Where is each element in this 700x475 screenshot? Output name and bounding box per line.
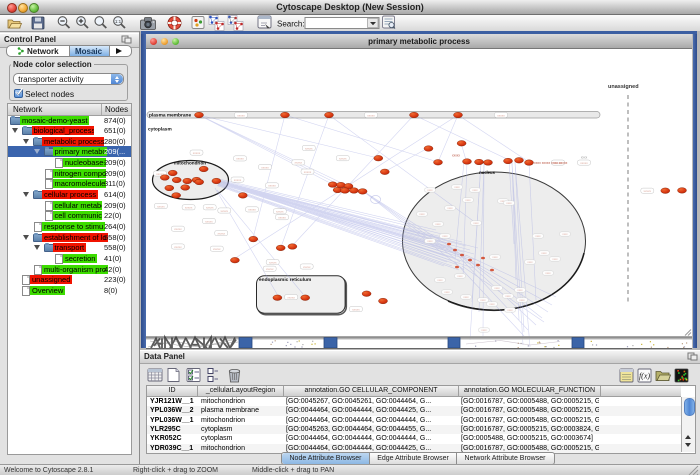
svg-text:xxxx: xxxx [437, 279, 443, 282]
svg-text:xxxx: xxxx [541, 252, 547, 255]
svg-text:xxxxx: xxxxx [261, 165, 269, 169]
svg-text:xxxx: xxxx [494, 287, 500, 290]
svg-text:xxxxx: xxxxx [206, 206, 214, 210]
svg-text:xxxx: xxxx [447, 207, 453, 210]
svg-text:xxxxx: xxxxx [305, 146, 313, 150]
svg-text:xxxxx: xxxxx [452, 154, 460, 158]
svg-text:xxxx: xxxx [552, 258, 558, 261]
svg-text:xxxx: xxxx [481, 329, 487, 332]
svg-text:xxxxx: xxxxx [497, 113, 505, 117]
svg-text:cytoplasm: cytoplasm [148, 127, 172, 133]
svg-text:xxxxx: xxxxx [185, 206, 193, 210]
svg-text:xxxxx: xxxxx [205, 219, 213, 223]
svg-text:1:1: 1:1 [115, 19, 122, 24]
svg-text:mitochondrion: mitochondrion [174, 161, 206, 166]
svg-text:xxxx: xxxx [473, 222, 479, 225]
svg-text:xxxx: xxxx [505, 295, 511, 298]
svg-text:xxxxx: xxxxx [268, 184, 276, 188]
svg-text:xxxx: xxxx [492, 256, 498, 259]
svg-text:xxxx: xxxx [517, 289, 523, 292]
svg-text:nucleus: nucleus [479, 170, 495, 175]
svg-text:xxxxx: xxxxx [234, 178, 242, 182]
svg-text:xxxxx: xxxxx [580, 161, 588, 165]
svg-text:xxxxx: xxxxx [213, 247, 221, 251]
svg-text:xxxx: xxxx [427, 189, 433, 192]
svg-text:xxxx: xxxx [527, 261, 533, 264]
svg-text:xxxx: xxxx [442, 235, 448, 238]
svg-text:xxxxx: xxxxx [339, 157, 347, 161]
svg-text:xxxxx: xxxxx [217, 231, 225, 235]
svg-text:xxxx: xxxx [465, 199, 471, 202]
svg-text:xxxxx: xxxxx [644, 189, 652, 193]
svg-text:xxxx: xxxx [506, 202, 512, 205]
svg-text:xxxxx: xxxxx [174, 227, 182, 231]
svg-text:xxxxx: xxxxx [303, 265, 311, 269]
svg-text:xxxxx: xxxxx [174, 245, 182, 249]
svg-text:plasma membrane: plasma membrane [149, 113, 191, 119]
svg-text:unassigned: unassigned [608, 84, 639, 90]
svg-text:xxxx xxxxx xxxx xxxxx: xxxx xxxxx xxxx xxxxx [534, 161, 568, 165]
svg-text:xxxx: xxxx [472, 189, 478, 192]
svg-text:xxxxx: xxxxx [276, 210, 284, 214]
svg-text:xxxx: xxxx [489, 303, 495, 306]
svg-text:xxxx: xxxx [457, 275, 463, 278]
svg-text:xxxx: xxxx [581, 156, 588, 160]
svg-text:xxxxx: xxxxx [221, 209, 229, 213]
svg-text:xxxxx: xxxxx [248, 208, 256, 212]
svg-text:endoplasmic reticulum: endoplasmic reticulum [259, 277, 311, 283]
svg-text:xxxx: xxxx [519, 299, 525, 302]
svg-text:xxxxx: xxxxx [266, 267, 274, 271]
svg-text:xxxxx: xxxxx [352, 307, 360, 311]
svg-text:xxxx: xxxx [419, 213, 425, 216]
svg-text:xxxx: xxxx [463, 296, 469, 299]
svg-text:xxxxx: xxxxx [269, 260, 277, 264]
svg-text:xxxxx: xxxxx [295, 161, 303, 165]
svg-text:xxxx: xxxx [435, 223, 441, 226]
svg-text:xxxxx: xxxxx [237, 113, 245, 117]
svg-text:xxxx: xxxx [535, 235, 541, 238]
svg-text:xxxxx: xxxxx [287, 295, 295, 299]
svg-text:f(x): f(x) [639, 372, 650, 381]
svg-text:xxxx: xxxx [562, 233, 568, 236]
svg-text:Search:: Search: [277, 20, 305, 29]
svg-text:xxxxx: xxxxx [304, 170, 312, 174]
svg-text:xxxxx: xxxxx [157, 204, 165, 208]
svg-text:xxxx: xxxx [427, 240, 433, 243]
svg-text:xxxxx: xxxxx [236, 157, 244, 161]
svg-text:xxxx: xxxx [545, 272, 551, 275]
svg-text:xxxx: xxxx [444, 291, 450, 294]
svg-text:xxxx: xxxx [507, 309, 513, 312]
svg-text:xxxxx: xxxxx [367, 113, 375, 117]
svg-text:xxxx: xxxx [480, 299, 486, 302]
svg-text:xxxx: xxxx [454, 186, 460, 189]
svg-text:xxxxx: xxxxx [193, 151, 201, 155]
svg-text:xxxxx: xxxxx [278, 216, 286, 220]
